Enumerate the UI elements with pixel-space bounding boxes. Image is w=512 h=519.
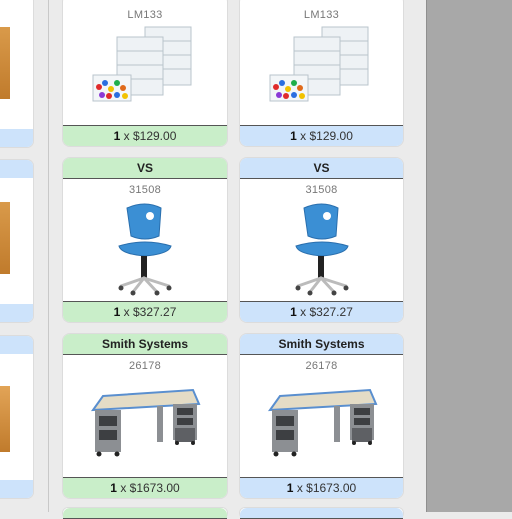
product-sku: LM133 (303, 9, 340, 21)
partial-card-footer (0, 304, 33, 322)
quantity: 1 (290, 305, 297, 319)
storage-bins-image (92, 26, 192, 102)
price-bar: 1 x $327.27 (240, 301, 403, 322)
partial-card[interactable] (0, 160, 33, 322)
times-sign: x (296, 481, 303, 495)
teacher-desk-image (267, 388, 378, 457)
price: $1673.00 (129, 481, 180, 495)
partial-card[interactable] (0, 0, 33, 147)
times-sign: x (300, 129, 307, 143)
product-card[interactable]: LM133 1 x $129.00 (63, 0, 227, 146)
product-card-partial[interactable] (240, 508, 403, 519)
quantity: 1 (113, 129, 121, 143)
times-sign: x (123, 129, 130, 143)
bookshelf-image-partial (0, 27, 10, 99)
price: $1673.00 (306, 481, 357, 495)
brand-header: VS (63, 158, 227, 179)
brand-header: Smith Systems (63, 334, 227, 355)
partial-card-header (0, 336, 33, 354)
product-card[interactable]: LM133 1 x $129.00 (240, 0, 403, 146)
product-sku: 31508 (128, 184, 162, 196)
partial-card-footer (0, 480, 33, 498)
product-card[interactable]: Smith Systems 26178 1 x $1673.00 (63, 334, 227, 498)
quantity: 1 (110, 481, 117, 495)
partial-card-header (0, 160, 33, 178)
cabinet-image-partial (0, 386, 10, 452)
quantity: 1 (290, 129, 297, 143)
product-card-partial[interactable] (63, 508, 227, 519)
partial-card-footer (0, 129, 33, 147)
price: $327.27 (309, 305, 353, 319)
times-sign: x (120, 481, 127, 495)
product-sku: 26178 (305, 360, 338, 372)
brand-header-partial (63, 508, 227, 519)
bookshelf-image-partial (0, 202, 10, 274)
task-chair-image (118, 203, 172, 296)
times-sign: x (123, 305, 130, 319)
right-gray-panel (427, 0, 512, 512)
quantity: 1 (286, 481, 294, 495)
price: $327.27 (132, 305, 177, 319)
product-card[interactable]: VS 31508 1 x $327.27 (63, 158, 227, 322)
storage-bins-image (269, 26, 369, 102)
product-sku: 31508 (305, 184, 338, 196)
price-bar: 1 x $129.00 (63, 125, 227, 146)
task-chair-image (295, 203, 349, 296)
price-bar: 1 x $327.27 (63, 301, 227, 322)
price: $129.00 (309, 129, 353, 143)
price-bar: 1 x $1673.00 (240, 477, 403, 498)
price-bar: 1 x $1673.00 (63, 477, 227, 498)
teacher-desk-image (90, 388, 201, 457)
column-divider (48, 0, 49, 512)
brand-header-partial (240, 508, 403, 519)
price-bar: 1 x $129.00 (240, 125, 403, 146)
price: $129.00 (132, 129, 177, 143)
product-card[interactable]: Smith Systems 26178 1 x $1673.00 (240, 334, 403, 498)
quantity: 1 (113, 305, 121, 319)
times-sign: x (300, 305, 307, 319)
product-sku: 26178 (128, 360, 162, 372)
partial-card[interactable] (0, 336, 33, 498)
brand-header: Smith Systems (240, 334, 403, 355)
product-sku: LM133 (127, 9, 163, 21)
product-card[interactable]: VS 31508 1 x $327.27 (240, 158, 403, 322)
brand-header: VS (240, 158, 403, 179)
